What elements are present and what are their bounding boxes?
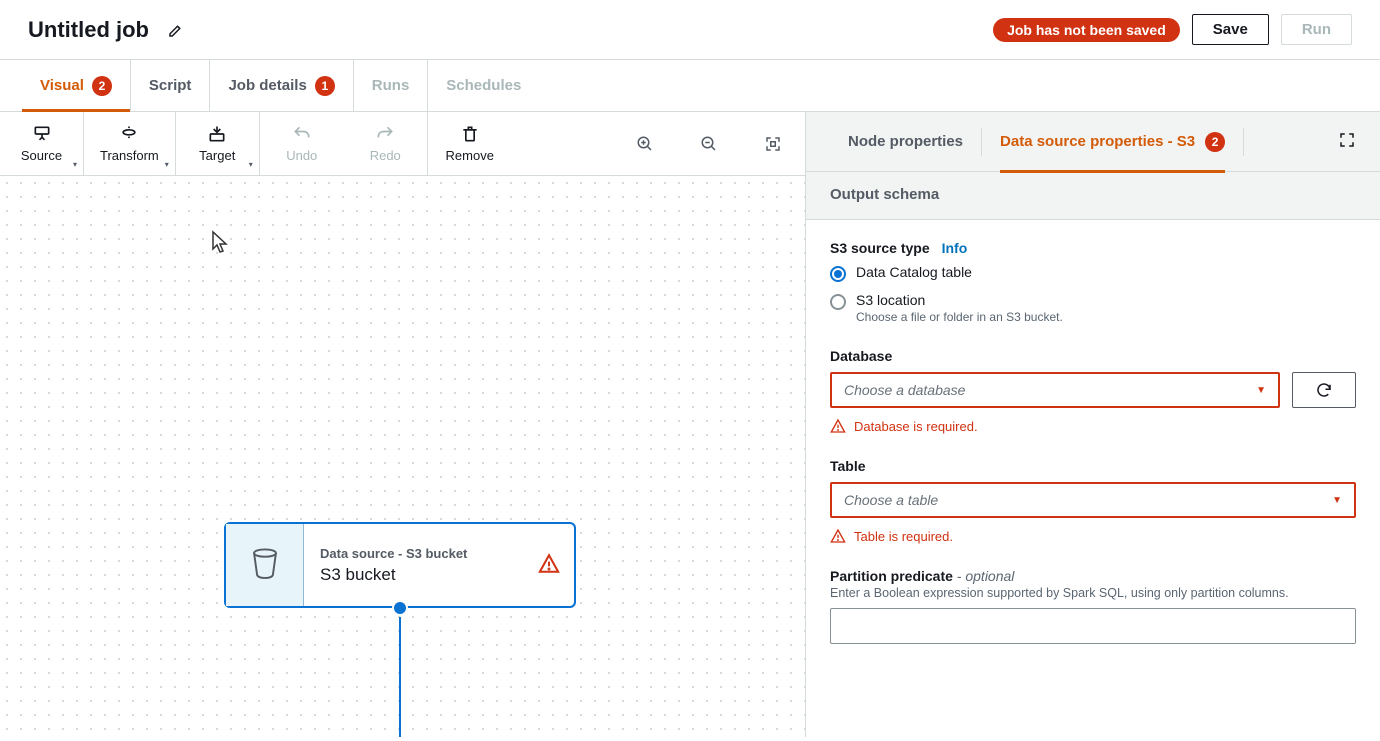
- tab-visual-badge: 2: [92, 76, 112, 96]
- node-s3-bucket[interactable]: Data source - S3 bucket S3 bucket: [224, 522, 576, 608]
- trash-icon: [460, 124, 480, 144]
- cursor-icon: [210, 230, 230, 257]
- partition-predicate-input[interactable]: [830, 608, 1356, 644]
- redo-icon: [375, 124, 395, 144]
- zoom-in-button[interactable]: [613, 112, 677, 176]
- source-icon: [32, 124, 52, 144]
- chevron-down-icon: ▾: [249, 160, 253, 169]
- panel-tab-data-source-badge: 2: [1205, 132, 1225, 152]
- tab-job-details-badge: 1: [315, 76, 335, 96]
- page-title: Untitled job: [28, 17, 149, 43]
- s3-source-type-label: S3 source type: [830, 240, 930, 256]
- database-select[interactable]: Choose a database ▼: [830, 372, 1280, 408]
- undo-button: Undo: [260, 112, 344, 175]
- undo-label: Undo: [286, 148, 317, 163]
- warning-icon: [830, 528, 846, 544]
- divider: [1243, 128, 1244, 156]
- undo-icon: [292, 124, 312, 144]
- partition-predicate-help: Enter a Boolean expression supported by …: [830, 586, 1356, 600]
- target-button[interactable]: Target ▾: [176, 112, 260, 175]
- table-error: Table is required.: [854, 529, 953, 544]
- transform-button[interactable]: Transform ▾: [84, 112, 176, 175]
- transform-icon: [119, 124, 139, 144]
- run-button: Run: [1281, 14, 1352, 45]
- table-placeholder: Choose a table: [844, 492, 938, 508]
- database-placeholder: Choose a database: [844, 382, 965, 398]
- panel-tab-node-properties-label: Node properties: [848, 133, 963, 150]
- node-label: S3 bucket: [320, 565, 467, 585]
- radio-s3-location-label: S3 location: [856, 292, 1063, 308]
- partition-predicate-label: Partition predicate - optional: [830, 568, 1014, 584]
- radio-s3-location[interactable]: [830, 294, 846, 310]
- target-label: Target: [199, 148, 235, 163]
- edge-line: [399, 617, 401, 737]
- warning-icon: [830, 418, 846, 434]
- info-link[interactable]: Info: [942, 240, 968, 256]
- source-label: Source: [21, 148, 62, 163]
- radio-data-catalog-label: Data Catalog table: [856, 264, 972, 280]
- edit-title-icon[interactable]: [167, 21, 185, 39]
- optional-marker: - optional: [953, 568, 1014, 584]
- redo-button: Redo: [344, 112, 428, 175]
- zoom-out-button[interactable]: [677, 112, 741, 176]
- refresh-databases-button[interactable]: [1292, 372, 1356, 408]
- canvas-toolbar: Source ▾ Transform ▾ Target ▾: [0, 112, 805, 176]
- caret-down-icon: ▼: [1332, 495, 1342, 506]
- remove-label: Remove: [446, 148, 494, 163]
- tab-schedules-label: Schedules: [446, 77, 521, 94]
- tab-job-details[interactable]: Job details 1: [210, 60, 353, 111]
- fit-screen-button[interactable]: [741, 112, 805, 176]
- tab-visual[interactable]: Visual 2: [22, 60, 131, 111]
- canvas[interactable]: Data source - S3 bucket S3 bucket: [0, 176, 805, 737]
- table-label: Table: [830, 458, 866, 474]
- panel-tab-node-properties[interactable]: Node properties: [830, 112, 981, 172]
- chevron-down-icon: ▾: [73, 160, 77, 169]
- tab-visual-label: Visual: [40, 77, 84, 94]
- node-kicker: Data source - S3 bucket: [320, 546, 467, 561]
- redo-label: Redo: [370, 148, 401, 163]
- tab-script-label: Script: [149, 77, 192, 94]
- target-icon: [207, 124, 227, 144]
- save-button[interactable]: Save: [1192, 14, 1269, 45]
- database-label: Database: [830, 348, 892, 364]
- transform-label: Transform: [100, 148, 159, 163]
- node-output-port[interactable]: [392, 600, 408, 616]
- chevron-down-icon: ▾: [165, 160, 169, 169]
- tab-job-details-label: Job details: [228, 77, 306, 94]
- bucket-icon: [250, 547, 280, 584]
- panel-tab-data-source-label: Data source properties - S3: [1000, 133, 1195, 150]
- radio-s3-location-help: Choose a file or folder in an S3 bucket.: [856, 310, 1063, 324]
- table-select[interactable]: Choose a table ▼: [830, 482, 1356, 518]
- panel-tab-data-source[interactable]: Data source properties - S3 2: [982, 112, 1243, 172]
- remove-button[interactable]: Remove: [428, 112, 512, 175]
- tab-script[interactable]: Script: [131, 60, 211, 111]
- caret-down-icon: ▼: [1256, 385, 1266, 396]
- warning-icon: [538, 553, 560, 578]
- unsaved-alert: Job has not been saved: [993, 18, 1180, 42]
- database-error: Database is required.: [854, 419, 978, 434]
- radio-data-catalog[interactable]: [830, 266, 846, 282]
- expand-panel-button[interactable]: [1338, 131, 1356, 152]
- tab-runs: Runs: [354, 60, 429, 111]
- tab-schedules: Schedules: [428, 60, 539, 111]
- tab-runs-label: Runs: [372, 77, 410, 94]
- source-button[interactable]: Source ▾: [0, 112, 84, 175]
- panel-subtab-output-schema[interactable]: Output schema: [830, 186, 939, 203]
